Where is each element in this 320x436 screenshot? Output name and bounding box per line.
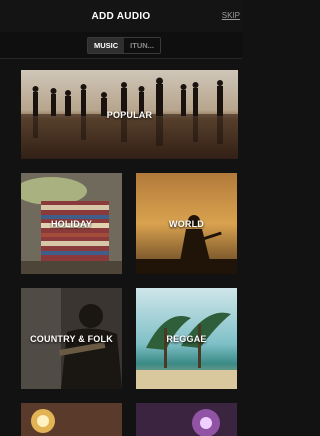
partial-left-image [21,403,122,436]
skip-button[interactable]: SKIP [222,11,240,20]
source-tab-bar: MUSIC ITUN... [0,32,242,59]
genre-tile-country-folk[interactable]: COUNTRY & FOLK [21,288,122,389]
genre-tile-reggae[interactable]: REGGAE [136,288,237,389]
tab-itunes[interactable]: ITUN... [124,38,160,53]
genre-label-country-folk: COUNTRY & FOLK [30,333,113,344]
genre-label-holiday: HOLIDAY [50,218,93,229]
partial-right-image [136,403,237,436]
genre-tile-world[interactable]: WORLD [136,173,237,274]
genre-tile-partial-left[interactable] [21,403,122,436]
genre-label-world: WORLD [169,218,204,229]
header-bar: ADD AUDIO SKIP [0,0,242,32]
source-segmented-control: MUSIC ITUN... [87,37,161,54]
genre-tile-partial-right[interactable] [136,403,237,436]
genre-label-popular: POPULAR [106,109,153,120]
genre-label-reggae: REGGAE [166,333,207,344]
genre-tile-popular[interactable]: POPULAR [21,70,238,159]
genre-tile-holiday[interactable]: HOLIDAY [21,173,122,274]
tab-music[interactable]: MUSIC [88,38,125,53]
page-title: ADD AUDIO [91,10,151,22]
